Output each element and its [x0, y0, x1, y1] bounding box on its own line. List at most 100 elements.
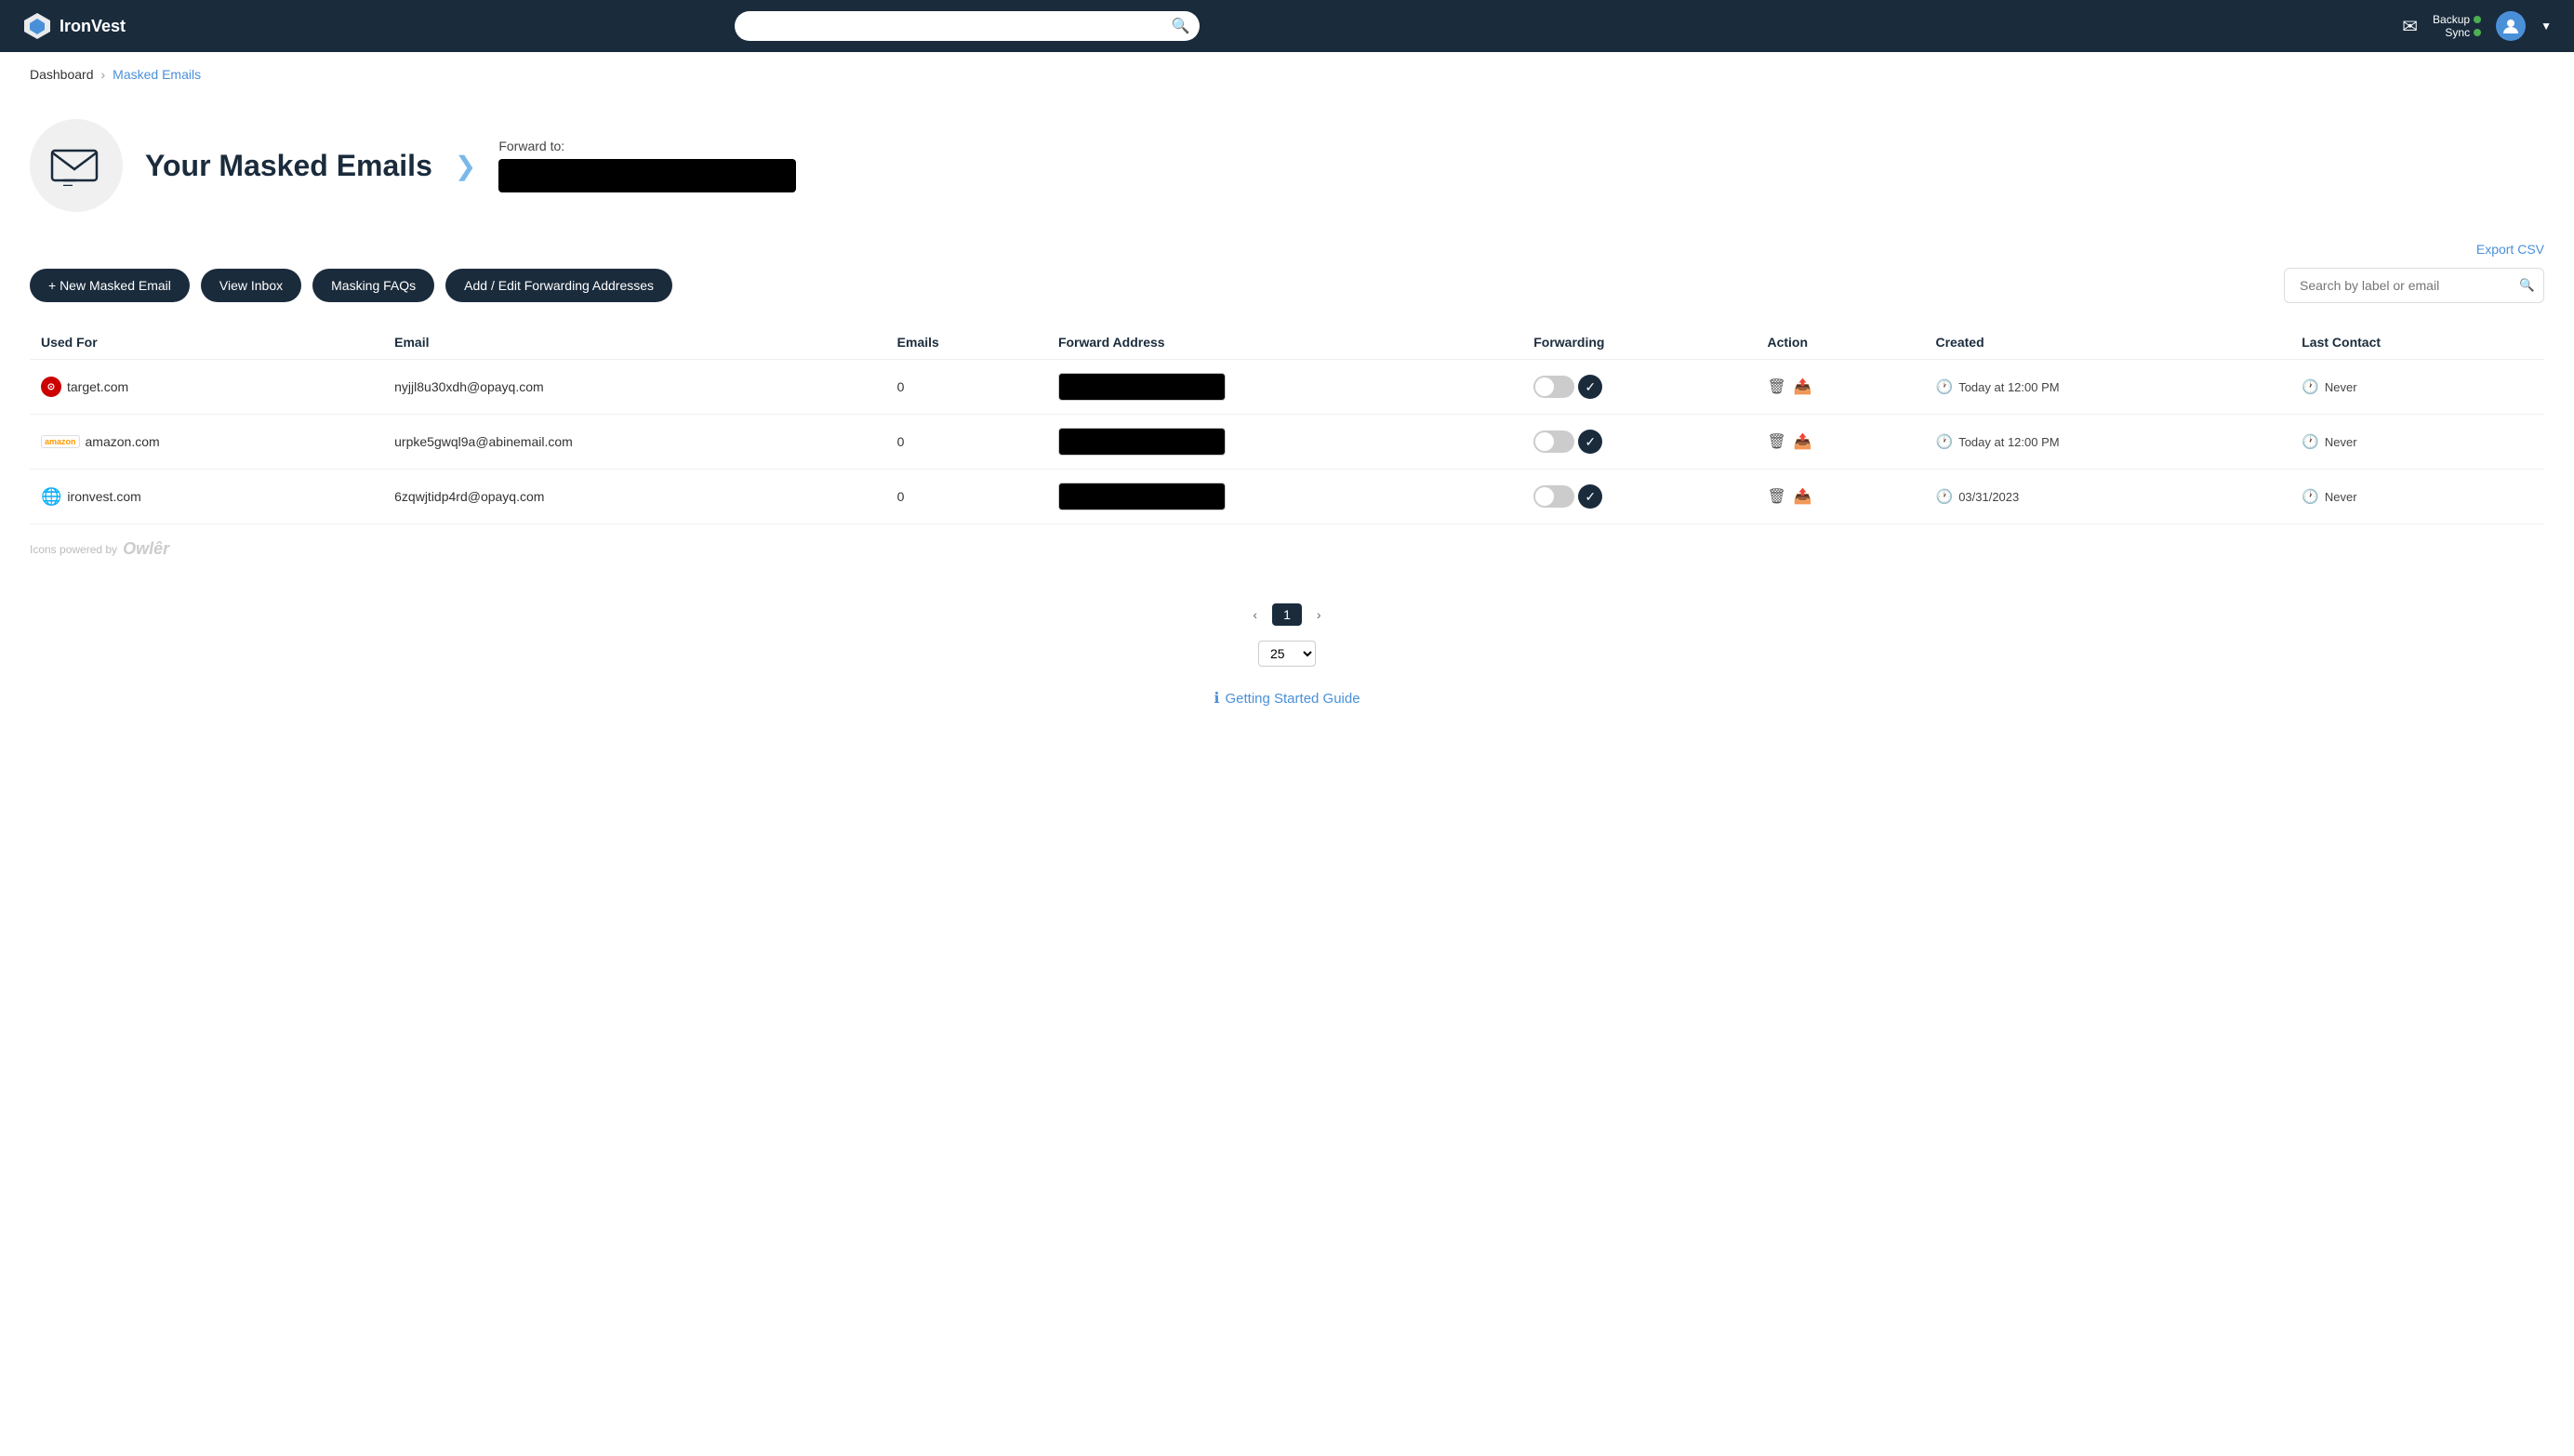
page-current: 1 [1272, 603, 1302, 626]
logo-icon [22, 11, 52, 41]
add-edit-forwarding-button[interactable]: Add / Edit Forwarding Addresses [445, 269, 672, 302]
send-icon[interactable]: 📤 [1794, 432, 1812, 451]
last-contact-clock-icon: 🕐 [2302, 488, 2319, 505]
toggle-knob [1535, 487, 1554, 506]
send-icon[interactable]: 📤 [1794, 487, 1812, 506]
created-value: Today at 12:00 PM [1958, 380, 2059, 394]
cell-created: 🕐 Today at 12:00 PM [1925, 360, 2291, 415]
last-contact-value: Never [2325, 435, 2357, 449]
icons-powered: Icons powered by Owlêr [30, 539, 2544, 559]
table-row: ⊙ target.com nyjjl8u30xdh@opayq.com 0 [30, 360, 2544, 415]
cell-forwarding: ✓ [1522, 415, 1756, 470]
view-inbox-button[interactable]: View Inbox [201, 269, 301, 302]
breadcrumb: Dashboard › Masked Emails [0, 52, 2574, 97]
logo-text: IronVest [60, 17, 126, 36]
col-action: Action [1756, 325, 1924, 360]
cell-created: 🕐 03/31/2023 [1925, 470, 2291, 524]
last-contact-value: Never [2325, 380, 2357, 394]
per-page-select[interactable]: 25 50 100 [1258, 641, 1316, 667]
cell-action: 🗑 📤 [1756, 360, 1924, 415]
forward-address-select[interactable] [1058, 483, 1226, 510]
site-name: amazon.com [86, 434, 160, 449]
user-avatar[interactable] [2496, 11, 2526, 41]
cell-forward-address [1047, 470, 1522, 524]
forwarding-toggle[interactable] [1533, 376, 1574, 398]
table-container: Used For Email Emails Forward Address Fo… [30, 325, 2544, 524]
masking-faqs-button[interactable]: Masking FAQs [312, 269, 434, 302]
search-input[interactable] [735, 11, 1200, 41]
table-row: 🌐 ironvest.com 6zqwjtidp4rd@opayq.com 0 [30, 470, 2544, 524]
forward-email-value [498, 159, 796, 192]
export-csv-link[interactable]: Export CSV [2476, 242, 2544, 257]
pagination: ‹ 1 › [1245, 603, 1328, 626]
new-masked-email-button[interactable]: + New Masked Email [30, 269, 190, 302]
breadcrumb-separator: › [101, 67, 106, 82]
cell-used-for: amazon amazon.com [30, 415, 383, 470]
avatar-icon [2501, 17, 2520, 35]
cell-created: 🕐 Today at 12:00 PM [1925, 415, 2291, 470]
site-name: ironvest.com [67, 489, 140, 504]
breadcrumb-current: Masked Emails [113, 67, 201, 82]
search-icon-button[interactable]: 🔍 [1172, 17, 1190, 35]
cell-last-contact: 🕐 Never [2290, 415, 2544, 470]
col-forwarding: Forwarding [1522, 325, 1756, 360]
page-prev-button[interactable]: ‹ [1245, 603, 1265, 626]
cell-last-contact: 🕐 Never [2290, 360, 2544, 415]
cell-action: 🗑 📤 [1756, 470, 1924, 524]
main-content: Your Masked Emails ❯ Forward to: Export … [0, 97, 2574, 1456]
page-title: Your Masked Emails [145, 149, 432, 183]
forward-section: Forward to: [498, 139, 796, 192]
site-name: target.com [67, 379, 128, 394]
forward-address-select[interactable] [1058, 428, 1226, 456]
getting-started-guide[interactable]: ℹ Getting Started Guide [30, 689, 2544, 708]
logo: IronVest [22, 11, 126, 41]
mail-icon[interactable]: ✉ [2402, 15, 2418, 38]
delete-icon[interactable]: 🗑 [1767, 432, 1785, 451]
cell-emails-count: 0 [886, 415, 1047, 470]
backup-status-dot [2474, 16, 2481, 23]
sync-status: Sync [2445, 26, 2481, 39]
send-icon[interactable]: 📤 [1794, 377, 1812, 396]
created-value: 03/31/2023 [1958, 490, 2019, 504]
cell-emails-count: 0 [886, 360, 1047, 415]
cell-action: 🗑 📤 [1756, 415, 1924, 470]
last-contact-clock-icon: 🕐 [2302, 378, 2319, 395]
amazon-favicon: amazon [41, 435, 80, 448]
toggle-knob [1535, 432, 1554, 451]
page-next-button[interactable]: › [1309, 603, 1329, 626]
forwarding-toggle[interactable] [1533, 430, 1574, 453]
cell-forward-address [1047, 360, 1522, 415]
cell-email: nyjjl8u30xdh@opayq.com [383, 360, 886, 415]
cell-email: urpke5gwql9a@abinemail.com [383, 415, 886, 470]
backup-label: Backup [2433, 13, 2470, 26]
forward-to-label: Forward to: [498, 139, 796, 153]
breadcrumb-home[interactable]: Dashboard [30, 67, 94, 82]
cell-used-for: ⊙ target.com [30, 360, 383, 415]
forward-address-select[interactable] [1058, 373, 1226, 401]
action-bar: + New Masked Email View Inbox Masking FA… [30, 268, 2544, 303]
created-value: Today at 12:00 PM [1958, 435, 2059, 449]
header-status: Backup Sync [2433, 13, 2481, 39]
header: IronVest 🔍 ✉ Backup Sync ▼ [0, 0, 2574, 52]
table-search-wrap: 🔍 [2284, 268, 2544, 303]
cell-last-contact: 🕐 Never [2290, 470, 2544, 524]
owler-label: Owlêr [123, 539, 169, 559]
table-row: amazon amazon.com urpke5gwql9a@abinemail… [30, 415, 2544, 470]
toggle-knob [1535, 377, 1554, 396]
delete-icon[interactable]: 🗑 [1767, 377, 1785, 396]
cell-email: 6zqwjtidp4rd@opayq.com [383, 470, 886, 524]
table-search-icon[interactable]: 🔍 [2519, 278, 2535, 293]
created-clock-icon: 🕐 [1936, 433, 1954, 450]
last-contact-clock-icon: 🕐 [2302, 433, 2319, 450]
last-contact-value: Never [2325, 490, 2357, 504]
forwarding-toggle[interactable] [1533, 485, 1574, 508]
delete-icon[interactable]: 🗑 [1767, 487, 1785, 506]
table-header: Used For Email Emails Forward Address Fo… [30, 325, 2544, 360]
user-menu-chevron[interactable]: ▼ [2541, 20, 2552, 33]
col-last-contact: Last Contact [2290, 325, 2544, 360]
hero-icon-wrap [30, 119, 123, 212]
sync-status-dot [2474, 29, 2481, 36]
info-icon: ℹ [1214, 689, 1219, 708]
table-search-input[interactable] [2284, 268, 2544, 303]
col-email: Email [383, 325, 886, 360]
